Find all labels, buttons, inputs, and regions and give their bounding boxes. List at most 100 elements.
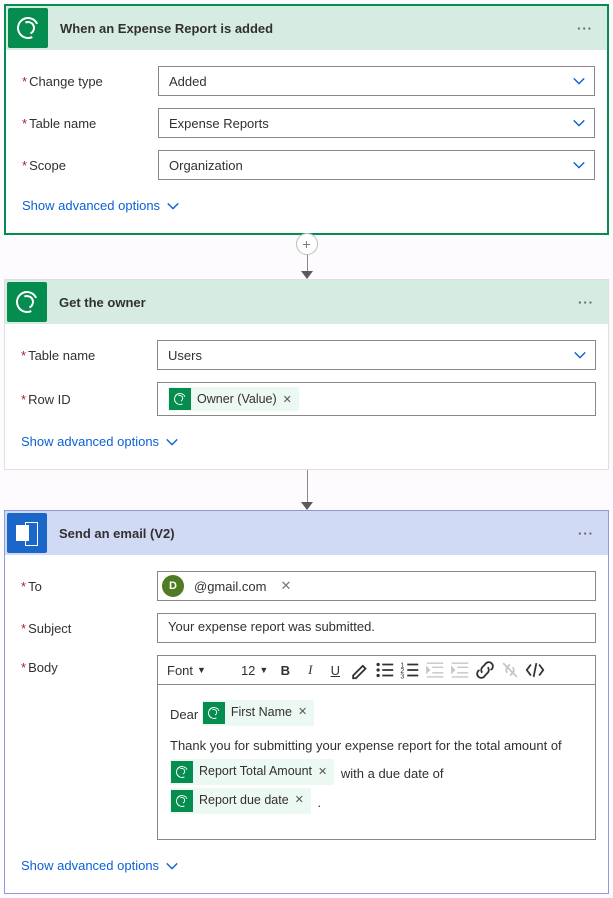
get-owner-advanced-label: Show advanced options: [21, 434, 159, 449]
step-send-email: Send an email (V2) ··· To D @gmail.com ✕…: [4, 510, 609, 894]
field-owner-table[interactable]: Users: [157, 340, 596, 370]
rich-text-toolbar: Font ▼ 12 ▼ B I U 123: [158, 656, 595, 685]
increase-indent-button[interactable]: [449, 659, 471, 681]
row-row-id: Row ID Owner (Value) ✕: [17, 382, 596, 416]
token-report-total[interactable]: Report Total Amount ✕: [170, 759, 334, 785]
field-subject[interactable]: Your expense report was submitted.: [157, 613, 596, 643]
dataverse-icon: [169, 388, 191, 410]
row-to: To D @gmail.com ✕: [17, 571, 596, 601]
value-subject: Your expense report was submitted.: [168, 619, 375, 634]
field-scope[interactable]: Organization: [158, 150, 595, 180]
email-advanced-toggle[interactable]: Show advanced options: [17, 852, 183, 883]
get-owner-title: Get the owner: [59, 295, 572, 310]
underline-button[interactable]: U: [324, 659, 346, 681]
trigger-advanced-toggle[interactable]: Show advanced options: [18, 192, 184, 223]
label-body: Body: [17, 655, 157, 675]
get-owner-menu-button[interactable]: ···: [572, 295, 600, 310]
connector-line: [307, 470, 308, 502]
row-body: Body Font ▼ 12 ▼ B I U 123: [17, 655, 596, 840]
token-report-due[interactable]: Report due date ✕: [170, 788, 311, 814]
dataverse-icon: [203, 702, 225, 724]
dataverse-icon: [171, 761, 193, 783]
decrease-indent-button[interactable]: [424, 659, 446, 681]
value-change-type: Added: [169, 74, 207, 89]
get-owner-advanced-toggle[interactable]: Show advanced options: [17, 428, 183, 459]
code-view-button[interactable]: [524, 659, 546, 681]
step-trigger: When an Expense Report is added ··· Chan…: [4, 4, 609, 235]
font-size-select[interactable]: 12 ▼: [238, 662, 271, 679]
token-report-due-label: Report due date: [199, 789, 289, 813]
trigger-advanced-label: Show advanced options: [22, 198, 160, 213]
label-change-type: Change type: [18, 74, 158, 89]
link-button[interactable]: [474, 659, 496, 681]
body-text-2a: Thank you for submitting your expense re…: [170, 738, 562, 753]
email-header[interactable]: Send an email (V2) ···: [5, 511, 608, 555]
label-to: To: [17, 579, 157, 594]
get-owner-body: Table name Users Row ID Owner (Value) ✕ …: [5, 324, 608, 469]
row-subject: Subject Your expense report was submitte…: [17, 613, 596, 643]
chevron-down-icon: [165, 435, 179, 449]
chevron-down-icon: [165, 859, 179, 873]
value-owner-table: Users: [168, 348, 202, 363]
trigger-body: Change type Added Table name Expense Rep…: [6, 50, 607, 233]
token-owner-label: Owner (Value): [197, 392, 277, 406]
rich-text-content[interactable]: Dear First Name ✕ Thank you for submitti…: [158, 685, 595, 839]
chevron-down-icon: [166, 199, 180, 213]
italic-button[interactable]: I: [299, 659, 321, 681]
unlink-button[interactable]: [499, 659, 521, 681]
font-label: Font: [167, 663, 193, 678]
email-title: Send an email (V2): [59, 526, 572, 541]
label-scope: Scope: [18, 158, 158, 173]
bold-button[interactable]: B: [274, 659, 296, 681]
token-remove-button[interactable]: ✕: [318, 762, 327, 783]
label-subject: Subject: [17, 621, 157, 636]
field-to[interactable]: D @gmail.com ✕: [157, 571, 596, 601]
bullet-list-button[interactable]: [374, 659, 396, 681]
add-step-button[interactable]: +: [296, 233, 318, 255]
body-line-greeting: Dear First Name ✕: [170, 699, 583, 728]
trigger-menu-button[interactable]: ···: [571, 21, 599, 36]
chevron-down-icon: [572, 74, 586, 88]
token-remove-button[interactable]: ✕: [298, 702, 307, 723]
token-owner-value[interactable]: Owner (Value) ✕: [168, 387, 299, 411]
field-change-type[interactable]: Added: [158, 66, 595, 96]
dataverse-icon: [8, 8, 48, 48]
field-row-id[interactable]: Owner (Value) ✕: [157, 382, 596, 416]
body-period: .: [318, 795, 322, 810]
row-scope: Scope Organization: [18, 150, 595, 180]
token-remove-button[interactable]: ✕: [295, 790, 304, 811]
email-body: To D @gmail.com ✕ Subject Your expense r…: [5, 555, 608, 893]
connector-1: +: [4, 235, 609, 279]
dataverse-icon: [171, 790, 193, 812]
body-text-2b: with a due date of: [341, 766, 444, 781]
token-first-name[interactable]: First Name ✕: [202, 700, 314, 726]
rich-text-editor: Font ▼ 12 ▼ B I U 123: [157, 655, 596, 840]
to-remove-button[interactable]: ✕: [280, 578, 291, 594]
numbered-list-button[interactable]: 123: [399, 659, 421, 681]
body-greeting-text: Dear: [170, 707, 198, 722]
label-owner-table: Table name: [17, 348, 157, 363]
row-table-name: Table name Expense Reports: [18, 108, 595, 138]
row-change-type: Change type Added: [18, 66, 595, 96]
token-remove-button[interactable]: ✕: [283, 393, 292, 406]
label-table-name: Table name: [18, 116, 158, 131]
chevron-down-icon: [573, 348, 587, 362]
step-get-owner: Get the owner ··· Table name Users Row I…: [4, 279, 609, 470]
highlight-button[interactable]: [349, 659, 371, 681]
chevron-down-icon: [572, 158, 586, 172]
svg-text:3: 3: [401, 673, 405, 680]
caret-down-icon: ▼: [259, 665, 268, 675]
arrow-down-icon: [301, 271, 313, 279]
trigger-header[interactable]: When an Expense Report is added ···: [6, 6, 607, 50]
field-table-name[interactable]: Expense Reports: [158, 108, 595, 138]
label-row-id: Row ID: [17, 392, 157, 407]
body-line-main: Thank you for submitting your expense re…: [170, 734, 583, 816]
get-owner-header[interactable]: Get the owner ···: [5, 280, 608, 324]
outlook-icon: [7, 513, 47, 553]
email-menu-button[interactable]: ···: [572, 526, 600, 541]
dataverse-icon: [7, 282, 47, 322]
value-scope: Organization: [169, 158, 243, 173]
trigger-title: When an Expense Report is added: [60, 21, 571, 36]
avatar: D: [162, 575, 184, 597]
font-select[interactable]: Font ▼: [164, 662, 209, 679]
